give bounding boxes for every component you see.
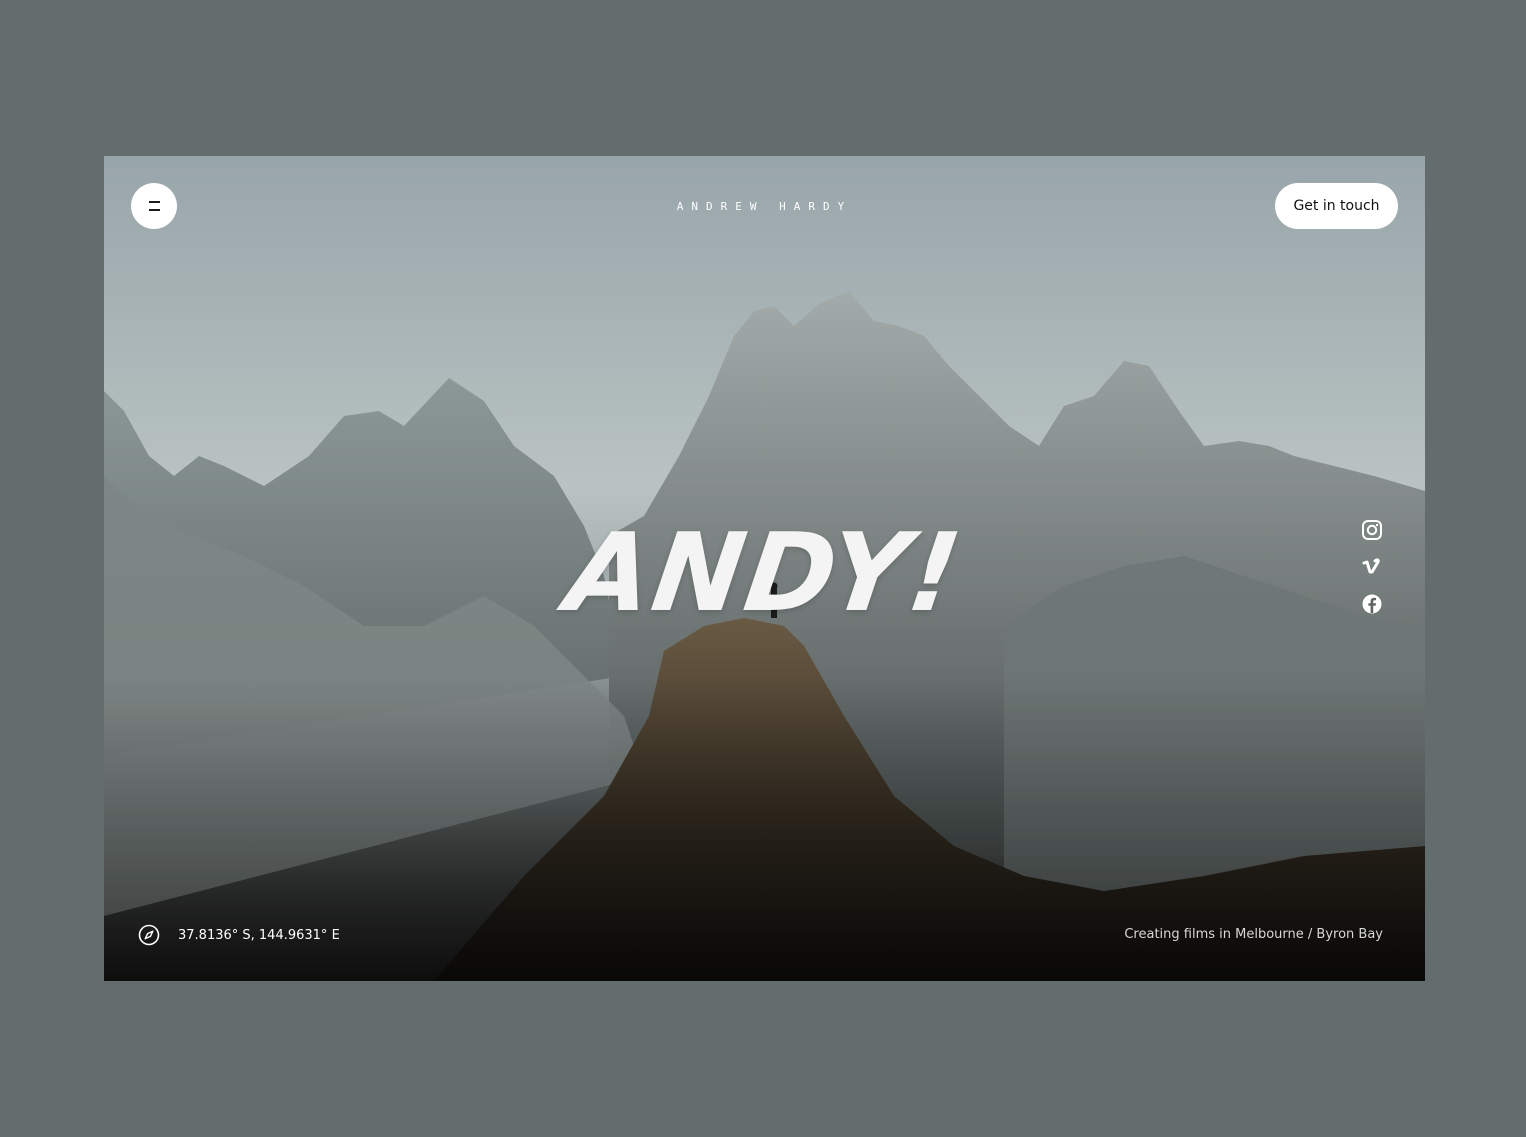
coordinates-text: 37.8136° S, 144.9631° E — [178, 927, 340, 943]
hero-title: ANDY! — [559, 511, 970, 636]
brand-name: ANDREW HARDY — [676, 200, 853, 213]
instagram-icon[interactable] — [1361, 519, 1383, 541]
tagline: Creating films in Melbourne / Byron Bay — [1124, 927, 1383, 942]
vimeo-icon[interactable] — [1361, 556, 1383, 578]
facebook-icon[interactable] — [1361, 593, 1383, 615]
hero-frame: ANDREW HARDY Get in touch ANDY! 37.8136°… — [104, 156, 1425, 981]
social-links — [1361, 519, 1383, 630]
get-in-touch-button[interactable]: Get in touch — [1275, 183, 1398, 229]
compass-icon — [138, 924, 160, 946]
location-coordinates: 37.8136° S, 144.9631° E — [138, 924, 340, 946]
